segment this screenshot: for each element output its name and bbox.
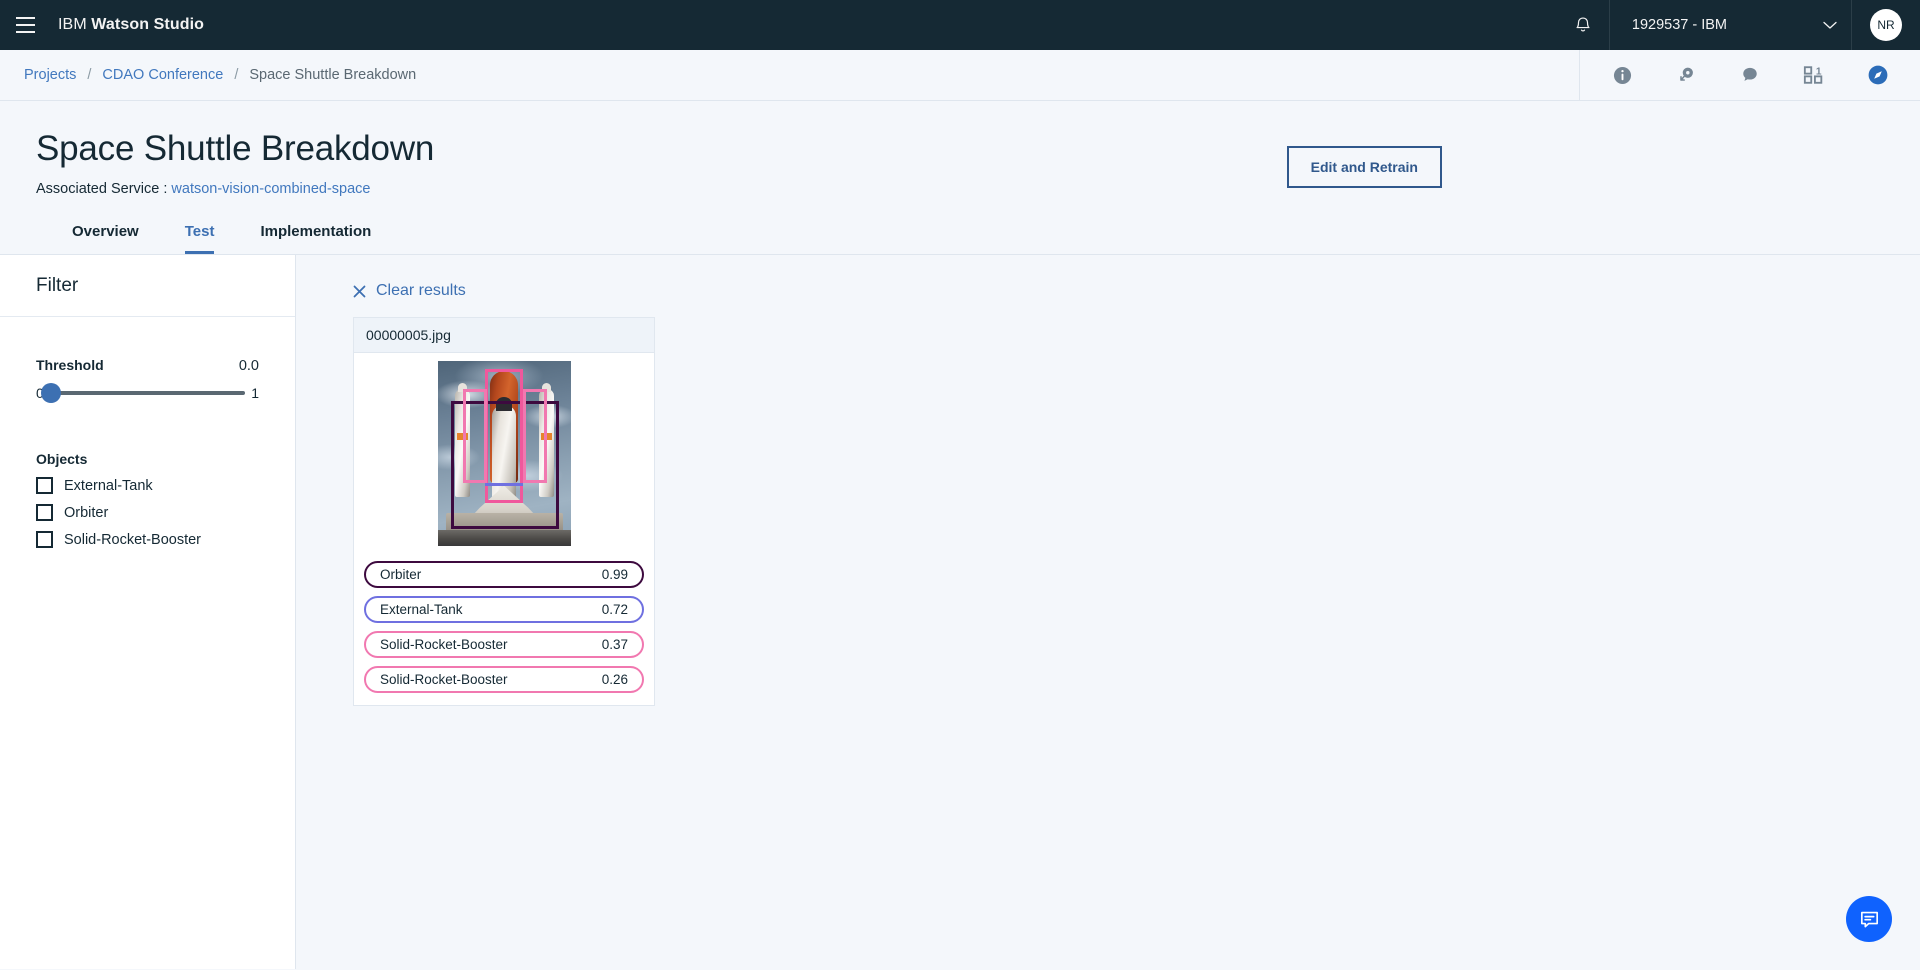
booster-tip [457,382,467,392]
associated-service-label: Associated Service : [36,181,168,198]
checkbox-label: Solid-Rocket-Booster [64,531,201,548]
breadcrumb: Projects / CDAO Conference / Space Shutt… [0,67,416,83]
space-shuttle-image[interactable]: USA [437,360,571,546]
booster-band [456,432,468,440]
launch-pad-ground [437,529,571,546]
avatar[interactable]: NR [1870,9,1902,41]
threshold-label: Threshold [36,357,104,374]
hamburger-menu-icon[interactable] [0,0,50,50]
info-icon[interactable] [1590,50,1654,101]
checkbox-label: External-Tank [64,477,153,494]
associated-service: Associated Service : watson-vision-combi… [36,181,1890,197]
threshold-row: Threshold 0.0 [36,357,259,374]
detection-score: 0.72 [601,602,628,618]
checkbox-label: Orbiter [64,504,109,521]
breadcrumb-item-current: Space Shuttle Breakdown [249,67,417,83]
detection-row[interactable]: Solid-Rocket-Booster 0.37 [364,631,644,659]
svg-text:1: 1 [1816,67,1822,78]
solid-rocket-booster-left-graphic [454,382,470,497]
booster-tip [541,382,551,392]
clear-results-label: Clear results [376,282,466,300]
detection-row[interactable]: Solid-Rocket-Booster 0.26 [364,666,644,694]
avatar-container: NR [1852,0,1920,50]
breadcrumb-actions: 1 [1579,49,1920,101]
breadcrumb-item-projects[interactable]: Projects [24,67,76,83]
comment-icon[interactable] [1718,50,1782,101]
result-image-container: USA [354,353,654,554]
slider-max-label: 1 [251,385,259,402]
breadcrumb-item-cdao-conference[interactable]: CDAO Conference [102,67,223,83]
filter-panel: Filter Threshold 0.0 0 1 Objects Externa… [0,254,296,970]
brand-product: Watson Studio [91,16,204,33]
breadcrumb-bar: Projects / CDAO Conference / Space Shutt… [0,49,1920,101]
objects-section-title: Objects [36,451,88,468]
checkbox-box[interactable] [36,477,53,495]
result-card[interactable]: 00000005.jpg Orbiter 0.99 External-Tank … [353,317,655,707]
page-header: Space Shuttle Breakdown Associated Servi… [0,101,1920,255]
booster-band [540,432,552,440]
result-card-filename: 00000005.jpg [354,318,654,354]
close-x-icon [353,285,366,298]
detection-score: 0.26 [601,672,628,688]
tag-search-icon[interactable] [1654,50,1718,101]
detection-label: Solid-Rocket-Booster [380,637,508,653]
tab-test[interactable]: Test [184,219,215,255]
breadcrumb-separator: / [87,67,92,83]
tab-overview[interactable]: Overview [72,219,139,254]
threshold-slider-row: 0 1 [36,383,259,404]
chevron-down-icon [1823,21,1837,30]
content-area: Filter Threshold 0.0 0 1 Objects Externa… [0,254,1920,970]
top-navigation-bar: IBM Watson Studio 1929537 - IBM NR [0,0,1920,50]
clear-results-button[interactable]: Clear results [353,282,466,300]
threshold-value: 0.0 [238,358,259,375]
tab-implementation[interactable]: Implementation [260,219,371,254]
detection-label: Orbiter [380,567,422,583]
threshold-slider-track[interactable] [40,383,246,404]
brand-prefix: IBM [58,16,87,33]
detection-score: 0.99 [601,567,628,583]
solid-rocket-booster-right-graphic [538,382,554,497]
checkbox-box[interactable] [36,504,53,522]
page-title: Space Shuttle Breakdown [36,129,435,168]
hamburger-line [15,17,35,19]
associated-service-link[interactable]: watson-vision-combined-space [171,181,370,197]
checkbox-solid-rocket-booster[interactable]: Solid-Rocket-Booster [36,531,259,549]
filter-panel-body: Threshold 0.0 0 1 Objects External-Tank … [0,317,295,549]
chat-bubble-icon[interactable] [1846,896,1892,942]
hamburger-line [15,24,35,26]
compass-icon[interactable] [1846,50,1910,101]
orbiter-graphic [492,396,516,500]
breadcrumb-separator: / [234,67,239,83]
detection-score: 0.37 [601,637,628,653]
filter-panel-title: Filter [0,255,295,318]
checkbox-external-tank[interactable]: External-Tank [36,477,259,495]
checkbox-box[interactable] [36,531,53,549]
brand-title[interactable]: IBM Watson Studio [58,16,204,34]
edit-and-retrain-button[interactable]: Edit and Retrain [1286,146,1442,188]
detection-row[interactable]: Orbiter 0.99 [364,561,644,589]
detection-label: Solid-Rocket-Booster [380,672,508,688]
detection-list: Orbiter 0.99 External-Tank 0.72 Solid-Ro… [354,553,654,705]
detection-row[interactable]: External-Tank 0.72 [364,596,644,624]
notification-bell-icon[interactable] [1557,0,1609,50]
results-panel: Clear results 00000005.jpg Orbiter 0.99 … [296,254,1920,970]
checkbox-orbiter[interactable]: Orbiter [36,504,259,522]
account-label: 1929537 - IBM [1631,17,1727,33]
grid-count-icon[interactable]: 1 [1782,50,1846,101]
detection-label: External-Tank [380,602,463,618]
account-selector[interactable]: 1929537 - IBM [1608,0,1852,50]
top-nav-right-group: 1929537 - IBM NR [1557,0,1920,50]
threshold-slider-knob[interactable] [40,383,61,404]
orbiter-nose [496,396,512,411]
tab-bar: Overview Test Implementation [36,219,1890,255]
hamburger-line [15,31,35,33]
